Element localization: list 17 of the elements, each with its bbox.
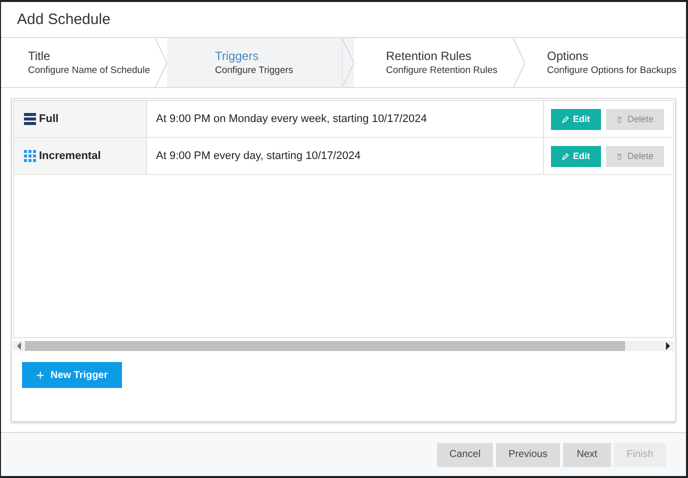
trash-icon	[616, 152, 624, 160]
trigger-description: At 9:00 PM every day, starting 10/17/2024	[156, 150, 361, 162]
footer-button[interactable]: Cancel	[437, 442, 493, 466]
dot-grid-icon	[24, 150, 36, 162]
footer-button[interactable]: Next	[563, 442, 611, 466]
trigger-name: Full	[39, 113, 59, 126]
wizard-step[interactable]: Triggers Configure Triggers	[167, 38, 354, 88]
stacked-bars-icon	[24, 113, 36, 126]
pencil-icon	[562, 152, 569, 160]
scroll-right-icon[interactable]	[665, 342, 671, 350]
trash-icon	[616, 116, 624, 123]
footer-button[interactable]: Previous	[496, 442, 560, 466]
scroll-left-icon[interactable]	[16, 342, 22, 350]
window-title: Add Schedule	[17, 11, 110, 28]
pencil-icon	[562, 116, 569, 123]
trigger-name: Incremental	[39, 150, 101, 162]
trigger-description: At 9:00 PM on Monday every week, starting 10/17/2024	[156, 113, 427, 126]
